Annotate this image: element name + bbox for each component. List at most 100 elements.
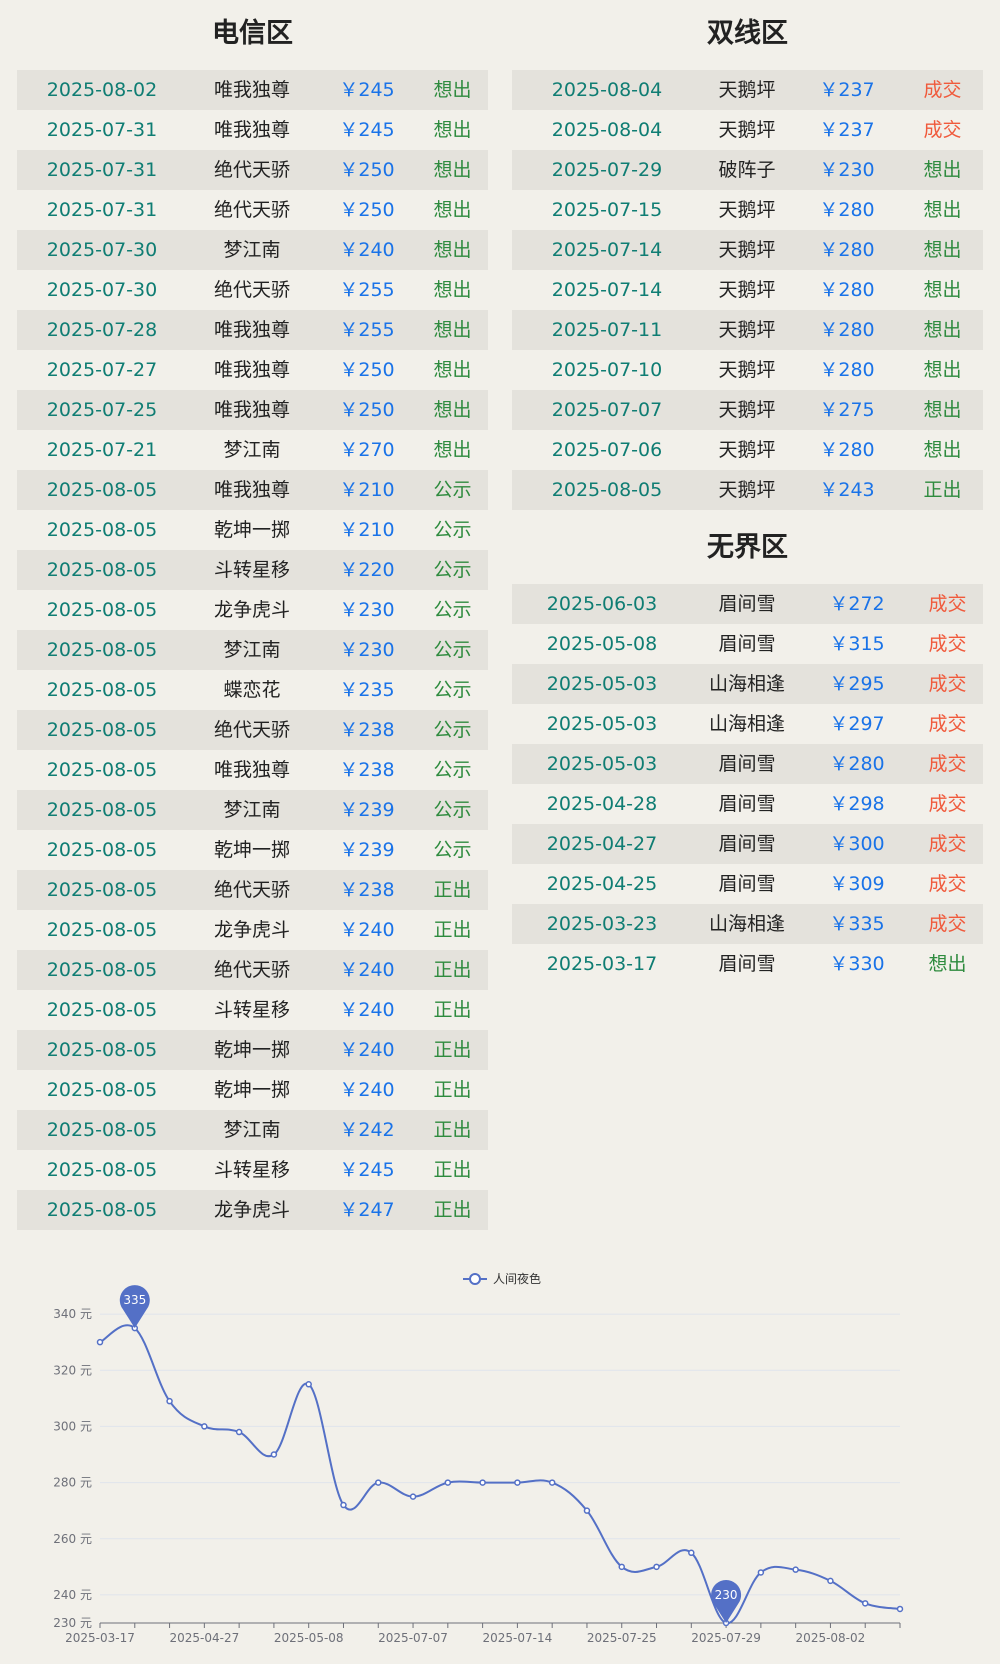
x-tick-label: 2025-04-27 xyxy=(169,1631,239,1645)
table-row: 2025-08-05 乾坤一掷 ￥240 正出 xyxy=(17,1030,488,1070)
listing-price: ￥275 xyxy=(819,399,875,421)
data-point xyxy=(861,1600,869,1607)
server-name: 天鹅坪 xyxy=(718,199,776,221)
server-name: 山海相逢 xyxy=(708,913,785,935)
listing-date: 2025-08-05 xyxy=(46,879,158,901)
x-tick-label: 2025-07-29 xyxy=(691,1631,761,1645)
dianxin-panel: 电信区 2025-08-02 唯我独尊 ￥245 想出 2025-07-31 唯我独尊 ￥2… xyxy=(17,0,488,1230)
listing-status: 想出 xyxy=(433,159,472,181)
listing-price: ￥300 xyxy=(829,833,885,855)
server-name: 天鹅坪 xyxy=(718,319,776,341)
x-tick-label: 2025-07-25 xyxy=(587,1631,657,1645)
data-point xyxy=(201,1423,208,1430)
listing-price: ￥230 xyxy=(339,599,395,621)
listing-date: 2025-08-05 xyxy=(46,479,158,501)
data-point xyxy=(792,1566,799,1573)
marker-label-max: 335 xyxy=(123,1293,146,1307)
table-row: 2025-04-25 眉间雪 ￥309 成交 xyxy=(512,864,983,904)
listing-status: 成交 xyxy=(928,633,967,655)
listing-status: 成交 xyxy=(928,833,967,855)
server-name: 蝶恋花 xyxy=(223,679,281,701)
listing-status: 成交 xyxy=(928,913,967,935)
table-row: 2025-04-28 眉间雪 ￥298 成交 xyxy=(512,784,983,824)
server-name: 眉间雪 xyxy=(718,873,776,895)
data-point xyxy=(479,1479,486,1486)
listing-date: 2025-07-28 xyxy=(46,319,158,341)
listing-date: 2025-08-05 xyxy=(46,1159,158,1181)
table-row: 2025-08-05 梦江南 ￥230 公示 xyxy=(17,630,488,670)
listing-status: 想出 xyxy=(433,439,472,461)
data-point xyxy=(896,1605,904,1613)
listing-price: ￥245 xyxy=(339,119,395,141)
data-point xyxy=(96,1338,104,1346)
server-name: 绝代天骄 xyxy=(213,719,290,741)
listing-price: ￥240 xyxy=(339,1039,395,1061)
legend-symbol xyxy=(469,1273,481,1285)
server-name: 眉间雪 xyxy=(718,633,776,655)
listing-price: ￥247 xyxy=(339,1199,395,1221)
listing-status: 成交 xyxy=(923,79,962,101)
table-row: 2025-08-04 天鹅坪 ￥237 成交 xyxy=(512,70,983,110)
table-row: 2025-03-17 眉间雪 ￥330 想出 xyxy=(512,944,983,984)
listing-status: 想出 xyxy=(433,199,472,221)
server-name: 眉间雪 xyxy=(718,593,776,615)
listing-status: 想出 xyxy=(923,239,962,261)
server-name: 梦江南 xyxy=(223,439,281,461)
listing-price: ￥230 xyxy=(819,159,875,181)
server-name: 龙争虎斗 xyxy=(213,599,290,621)
dianxin-rows: 2025-08-02 唯我独尊 ￥245 想出 2025-07-31 唯我独尊 ￥245 想出… xyxy=(17,70,488,1230)
listing-date: 2025-04-28 xyxy=(546,793,658,815)
table-row: 2025-07-31 绝代天骄 ￥250 想出 xyxy=(17,190,488,230)
listing-price: ￥280 xyxy=(819,279,875,301)
listing-date: 2025-05-03 xyxy=(546,673,658,695)
listing-price: ￥280 xyxy=(819,319,875,341)
data-point xyxy=(444,1479,452,1486)
listing-price: ￥210 xyxy=(339,479,395,501)
listing-date: 2025-07-14 xyxy=(551,279,663,301)
table-row: 2025-07-28 唯我独尊 ￥255 想出 xyxy=(17,310,488,350)
y-tick-label: 240 元 xyxy=(53,1588,92,1602)
server-name: 天鹅坪 xyxy=(718,279,776,301)
listing-date: 2025-07-25 xyxy=(46,399,158,421)
listing-date: 2025-07-29 xyxy=(551,159,663,181)
listing-date: 2025-04-25 xyxy=(546,873,658,895)
listing-price: ￥239 xyxy=(339,839,395,861)
listing-date: 2025-04-27 xyxy=(546,833,658,855)
table-row: 2025-07-15 天鹅坪 ￥280 想出 xyxy=(512,190,983,230)
listing-status: 正出 xyxy=(433,999,472,1021)
listing-status: 想出 xyxy=(923,199,962,221)
listing-status: 正出 xyxy=(433,1159,472,1181)
marker-label-min: 230 xyxy=(715,1588,738,1602)
listing-date: 2025-07-31 xyxy=(46,159,158,181)
listing-date: 2025-07-30 xyxy=(46,239,158,261)
listing-status: 想出 xyxy=(433,279,472,301)
table-row: 2025-07-14 天鹅坪 ￥280 想出 xyxy=(512,270,983,310)
table-row: 2025-08-05 绝代天骄 ￥238 公示 xyxy=(17,710,488,750)
server-name: 眉间雪 xyxy=(718,833,776,855)
server-name: 斗转星移 xyxy=(213,1159,290,1181)
listing-price: ￥245 xyxy=(339,79,395,101)
listing-date: 2025-07-31 xyxy=(46,119,158,141)
table-row: 2025-08-02 唯我独尊 ￥245 想出 xyxy=(17,70,488,110)
table-row: 2025-08-05 乾坤一掷 ￥240 正出 xyxy=(17,1070,488,1110)
data-point xyxy=(166,1397,173,1405)
listing-price: ￥280 xyxy=(819,199,875,221)
table-row: 2025-08-05 斗转星移 ￥245 正出 xyxy=(17,1150,488,1190)
listing-status: 成交 xyxy=(928,713,967,735)
server-name: 天鹅坪 xyxy=(718,79,776,101)
listing-status: 正出 xyxy=(433,919,472,941)
listing-price: ￥240 xyxy=(339,999,395,1021)
table-row: 2025-05-03 山海相逢 ￥295 成交 xyxy=(512,664,983,704)
listing-date: 2025-08-02 xyxy=(46,79,158,101)
listing-status: 成交 xyxy=(928,793,967,815)
table-row: 2025-08-05 绝代天骄 ￥238 正出 xyxy=(17,870,488,910)
listing-price: ￥240 xyxy=(339,919,395,941)
listing-date: 2025-03-17 xyxy=(546,953,658,975)
table-row: 2025-08-05 蝶恋花 ￥235 公示 xyxy=(17,670,488,710)
listing-status: 公示 xyxy=(433,639,472,661)
legend-label: 人间夜色 xyxy=(493,1271,541,1286)
listing-date: 2025-05-08 xyxy=(546,633,658,655)
listing-date: 2025-08-05 xyxy=(46,1119,158,1141)
listing-status: 正出 xyxy=(433,879,472,901)
x-tick-label: 2025-08-02 xyxy=(796,1631,866,1645)
